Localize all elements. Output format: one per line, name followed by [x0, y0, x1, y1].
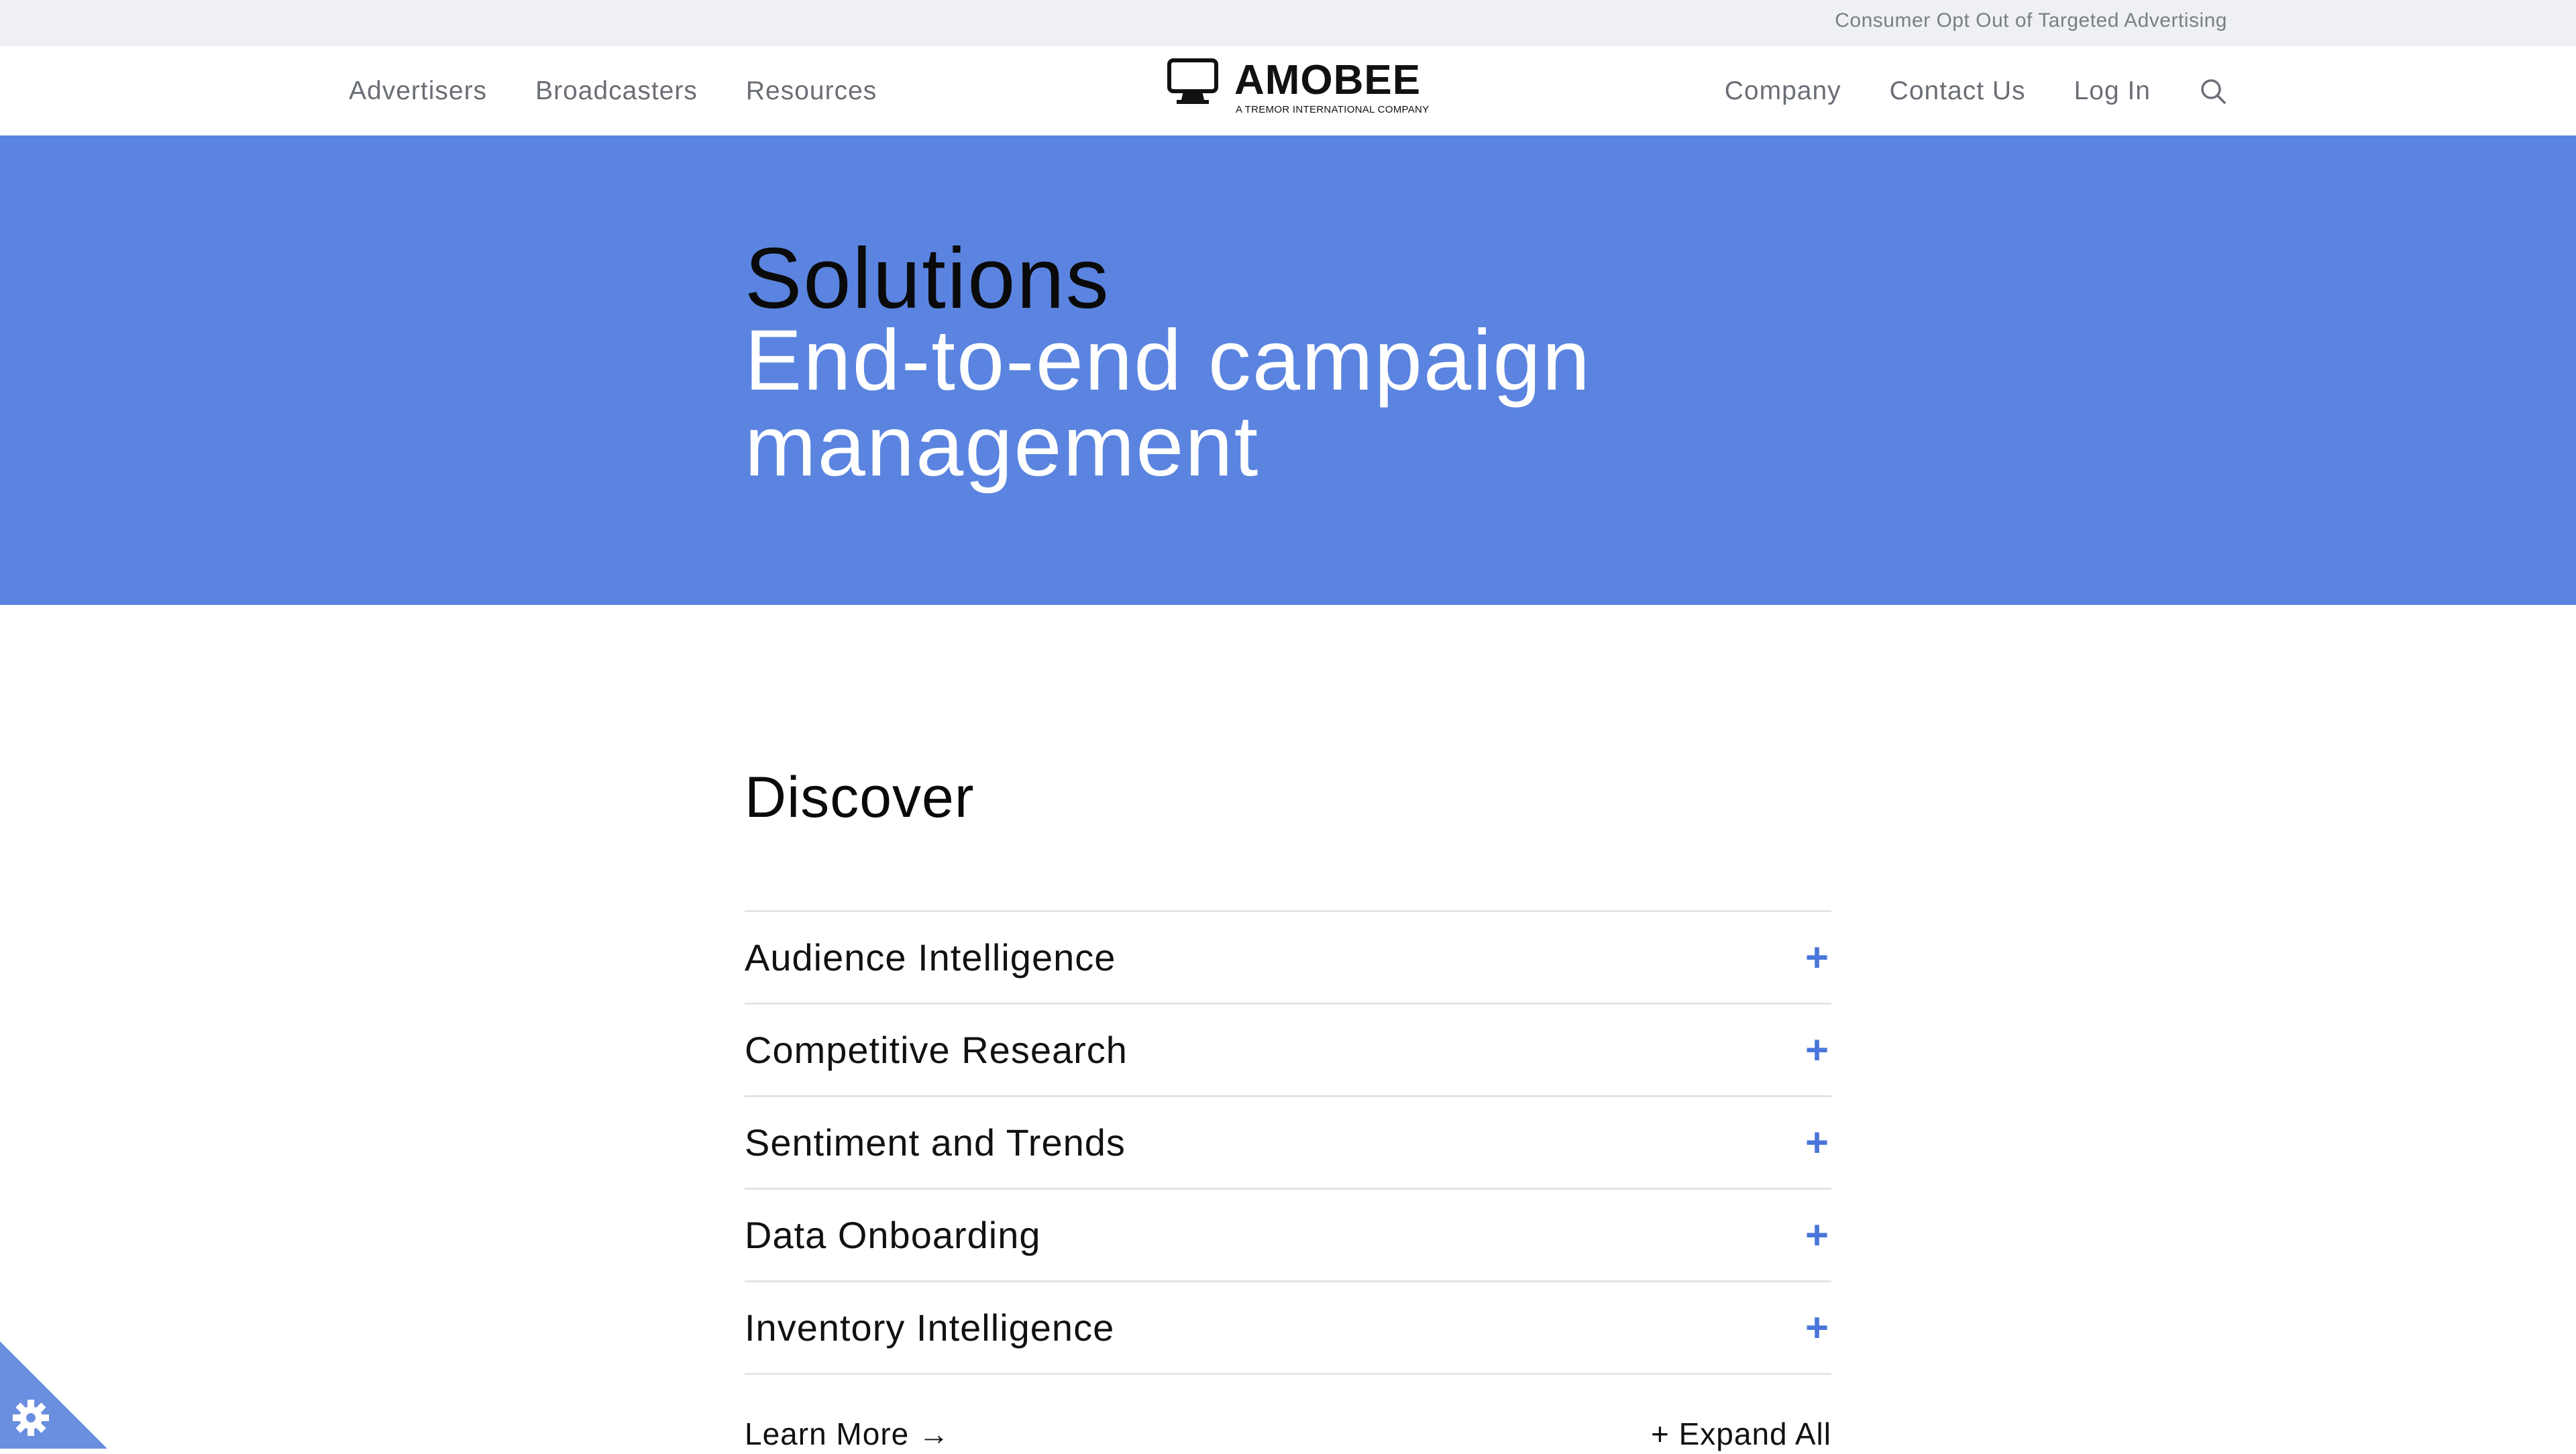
hero-banner: Solutions End-to-end campaign management	[0, 135, 2576, 605]
nav-link-log-in[interactable]: Log In	[2074, 76, 2151, 106]
plus-icon[interactable]: +	[1805, 1215, 1829, 1255]
accordion-item-audience-intelligence[interactable]: Audience Intelligence +	[745, 912, 1831, 1005]
accordion-label: Data Onboarding	[745, 1214, 1041, 1256]
search-icon[interactable]	[2199, 77, 2227, 105]
utility-bar: Consumer Opt Out of Targeted Advertising	[0, 0, 2576, 46]
accordion-label: Sentiment and Trends	[745, 1121, 1126, 1164]
plus-icon[interactable]: +	[1805, 1307, 1829, 1348]
accordion-label: Inventory Intelligence	[745, 1306, 1115, 1349]
learn-more-link[interactable]: Learn More →	[745, 1416, 950, 1452]
main-nav: Advertisers Broadcasters Resources AMOBE…	[0, 46, 2576, 135]
expand-all-button[interactable]: + Expand All	[1651, 1416, 1831, 1452]
monitor-icon	[1167, 58, 1218, 104]
accordion-item-data-onboarding[interactable]: Data Onboarding +	[745, 1190, 1831, 1282]
discover-footer: Learn More → + Expand All	[745, 1414, 1831, 1454]
nav-link-advertisers[interactable]: Advertisers	[349, 76, 487, 106]
plus-icon[interactable]: +	[1805, 937, 1829, 978]
nav-link-contact-us[interactable]: Contact Us	[1890, 76, 2026, 106]
accordion-item-inventory-intelligence[interactable]: Inventory Intelligence +	[745, 1282, 1831, 1375]
accordion-label: Audience Intelligence	[745, 936, 1116, 978]
plus-icon[interactable]: +	[1805, 1029, 1829, 1070]
nav-link-company[interactable]: Company	[1725, 76, 1841, 106]
nav-link-resources[interactable]: Resources	[746, 76, 877, 106]
nav-left: Advertisers Broadcasters Resources	[349, 46, 877, 135]
hero-subtitle: End-to-end campaign management	[745, 313, 1591, 494]
accordion-item-competitive-research[interactable]: Competitive Research +	[745, 1005, 1831, 1097]
hero-title: Solutions	[745, 231, 1110, 327]
amobee-logo[interactable]: AMOBEE A TREMOR INTERNATIONAL COMPANY	[1166, 57, 1429, 124]
accordion-item-sentiment-and-trends[interactable]: Sentiment and Trends +	[745, 1097, 1831, 1190]
nav-link-broadcasters[interactable]: Broadcasters	[535, 76, 698, 106]
plus-icon[interactable]: +	[1805, 1122, 1829, 1163]
cookie-settings-icon[interactable]	[0, 1341, 107, 1449]
consumer-opt-out-link[interactable]: Consumer Opt Out of Targeted Advertising	[1835, 9, 2227, 32]
accordion-label: Competitive Research	[745, 1029, 1128, 1071]
logo-tagline: A TREMOR INTERNATIONAL COMPANY	[1236, 104, 1430, 115]
section-title-discover: Discover	[745, 765, 975, 830]
logo-wordmark: AMOBEE	[1234, 57, 1421, 103]
discover-accordion: Audience Intelligence + Competitive Rese…	[745, 910, 1831, 1375]
nav-right: Company Contact Us Log In	[1725, 46, 2227, 135]
